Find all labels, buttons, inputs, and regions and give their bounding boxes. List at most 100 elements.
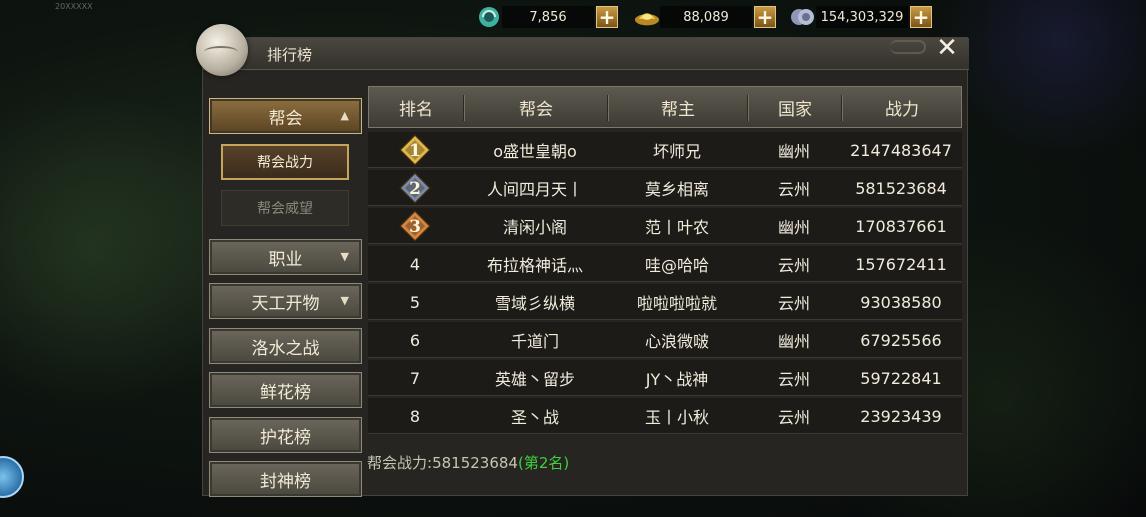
- add-silver-button[interactable]: +: [910, 6, 932, 28]
- cloud-ornament-icon: [890, 40, 926, 54]
- header-rank: 排名: [399, 99, 433, 120]
- cell-power: 23923439: [860, 406, 942, 426]
- table-header: 排名 帮会 帮主 国家 战力: [368, 86, 962, 128]
- cell-power: 170837661: [855, 216, 947, 236]
- sidebar-item-luoshui-battle[interactable]: 洛水之战: [209, 328, 362, 364]
- cell-leader: 哇@哈哈: [644, 256, 709, 275]
- sidebar: 帮会 ▲ 帮会战力 帮会威望 职业 ▼ 天工开物 ▼ 洛水之战 鲜花榜 护花榜 …: [207, 90, 363, 497]
- cell-leader: 坏师兄: [652, 142, 701, 161]
- chevron-up-icon: ▲: [340, 109, 349, 122]
- sidebar-item-crafting[interactable]: 天工开物 ▼: [209, 283, 362, 319]
- cell-country: 云州: [777, 408, 810, 427]
- footer-label: 帮会战力:: [367, 454, 433, 472]
- top-left-text: 20XXXXX: [55, 2, 93, 11]
- cell-power: 67925566: [860, 330, 942, 350]
- sidebar-item-protector-rank[interactable]: 护花榜: [209, 417, 362, 453]
- table-row[interactable]: 8 圣丶战 玉丨小秋 云州 23923439: [368, 398, 962, 434]
- sidebar-item-flower-rank[interactable]: 鲜花榜: [209, 372, 362, 408]
- cell-leader: 莫乡相离: [644, 180, 709, 199]
- cell-country: 云州: [777, 180, 810, 199]
- table-row[interactable]: 6 千道门 心浪微啵 幽州 67925566: [368, 322, 962, 358]
- rank-medal-icon: 1: [368, 132, 462, 168]
- table-row[interactable]: 7 英雄丶留步 JY丶战神 云州 59722841: [368, 360, 962, 396]
- footer-value: 581523684: [432, 454, 518, 472]
- cell-power: 59722841: [860, 368, 942, 388]
- sidebar-item-label: 护花榜: [260, 427, 311, 448]
- rank-medal-icon: 3: [368, 208, 462, 244]
- cell-rank: 7: [409, 368, 421, 388]
- jade-coin-icon: [476, 4, 502, 30]
- table-row[interactable]: 5 雪域彡纵横 啦啦啦啦就 云州 93038580: [368, 284, 962, 320]
- sidebar-item-label: 帮会: [268, 108, 303, 129]
- cell-guild: 布拉格神话灬: [486, 256, 583, 275]
- subtab-guild-prestige[interactable]: 帮会威望: [221, 190, 349, 226]
- add-gold-button[interactable]: +: [754, 6, 776, 28]
- subtab-guild-power[interactable]: 帮会战力: [221, 144, 349, 180]
- close-button[interactable]: ✕: [933, 35, 961, 61]
- sidebar-item-profession[interactable]: 职业 ▼: [209, 239, 362, 275]
- currency-gold: 88,089 +: [634, 4, 776, 30]
- cell-rank: 5: [409, 292, 421, 312]
- cell-guild: 千道门: [510, 332, 559, 351]
- cell-leader: 啦啦啦啦就: [636, 294, 717, 313]
- cell-power: 93038580: [860, 292, 942, 312]
- sidebar-item-label: 天工开物: [251, 293, 320, 314]
- sidebar-item-label: 鲜花榜: [260, 382, 311, 403]
- cell-country: 幽州: [777, 142, 810, 161]
- orb-emblem-icon: [196, 24, 248, 76]
- table-row[interactable]: 1 o盛世皇朝o 坏师兄 幽州 2147483647: [368, 132, 962, 168]
- currency-jade: 7,856 +: [476, 4, 618, 30]
- gold-ingot-icon: [634, 4, 660, 30]
- sidebar-item-label: 封神榜: [260, 471, 311, 492]
- sidebar-item-guild[interactable]: 帮会 ▲: [209, 98, 362, 134]
- cell-country: 幽州: [777, 218, 810, 237]
- cell-power: 581523684: [855, 178, 947, 198]
- cell-guild: o盛世皇朝o: [493, 142, 577, 161]
- currency-gold-value: 88,089: [660, 6, 752, 28]
- add-jade-button[interactable]: +: [596, 6, 618, 28]
- header-leader: 帮主: [661, 99, 695, 120]
- chevron-down-icon: ▼: [340, 250, 349, 263]
- cell-leader: 范丨叶农: [644, 218, 709, 237]
- header-power: 战力: [885, 99, 919, 120]
- cell-country: 云州: [777, 294, 810, 313]
- rank-medal-number: 3: [409, 217, 421, 237]
- cell-country: 幽州: [777, 332, 810, 351]
- cell-country: 云州: [777, 370, 810, 389]
- cell-guild: 圣丶战: [510, 408, 559, 427]
- rank-medal-number: 1: [409, 141, 421, 161]
- table-row[interactable]: 3 清闲小阁 范丨叶农 幽州 170837661: [368, 208, 962, 244]
- footer-guild-power: 帮会战力:581523684(第2名): [367, 452, 569, 473]
- rank-medal-icon: 2: [368, 170, 462, 206]
- cell-leader: JY丶战神: [645, 370, 709, 389]
- chevron-down-icon: ▼: [340, 294, 349, 307]
- title-bar: 排行榜: [203, 38, 969, 70]
- sidebar-item-label: 职业: [268, 249, 303, 270]
- cell-rank: 6: [409, 330, 421, 350]
- table-row[interactable]: 4 布拉格神话灬 哇@哈哈 云州 157672411: [368, 246, 962, 282]
- cell-power: 157672411: [855, 254, 947, 274]
- currency-silver: 154,303,329 +: [790, 4, 932, 30]
- cell-guild: 人间四月天丨: [486, 180, 583, 199]
- currency-jade-value: 7,856: [502, 6, 594, 28]
- window-title: 排行榜: [267, 46, 313, 64]
- footer-rank: (第2名): [517, 454, 570, 472]
- table-row[interactable]: 2 人间四月天丨 莫乡相离 云州 581523684: [368, 170, 962, 206]
- ranking-table: 排名 帮会 帮主 国家 战力 1 o盛世皇朝o 坏师兄 幽州 2147483647 2 人间…: [368, 86, 962, 434]
- header-guild: 帮会: [519, 99, 553, 120]
- cell-rank: 4: [409, 254, 421, 274]
- cell-guild: 英雄丶留步: [494, 370, 575, 389]
- sidebar-item-deity-rank[interactable]: 封神榜: [209, 461, 362, 497]
- currency-silver-value: 154,303,329: [816, 6, 908, 28]
- cell-guild: 清闲小阁: [502, 218, 567, 237]
- cell-leader: 玉丨小秋: [644, 408, 709, 427]
- sidebar-item-label: 洛水之战: [251, 338, 320, 359]
- header-country: 国家: [778, 99, 812, 120]
- cell-power: 2147483647: [850, 140, 952, 160]
- rank-medal-number: 2: [409, 179, 421, 199]
- cell-leader: 心浪微啵: [644, 332, 709, 351]
- cell-country: 云州: [777, 256, 810, 275]
- cell-rank: 8: [409, 406, 421, 426]
- cell-guild: 雪域彡纵横: [494, 294, 575, 313]
- silver-coin-icon: [790, 4, 816, 30]
